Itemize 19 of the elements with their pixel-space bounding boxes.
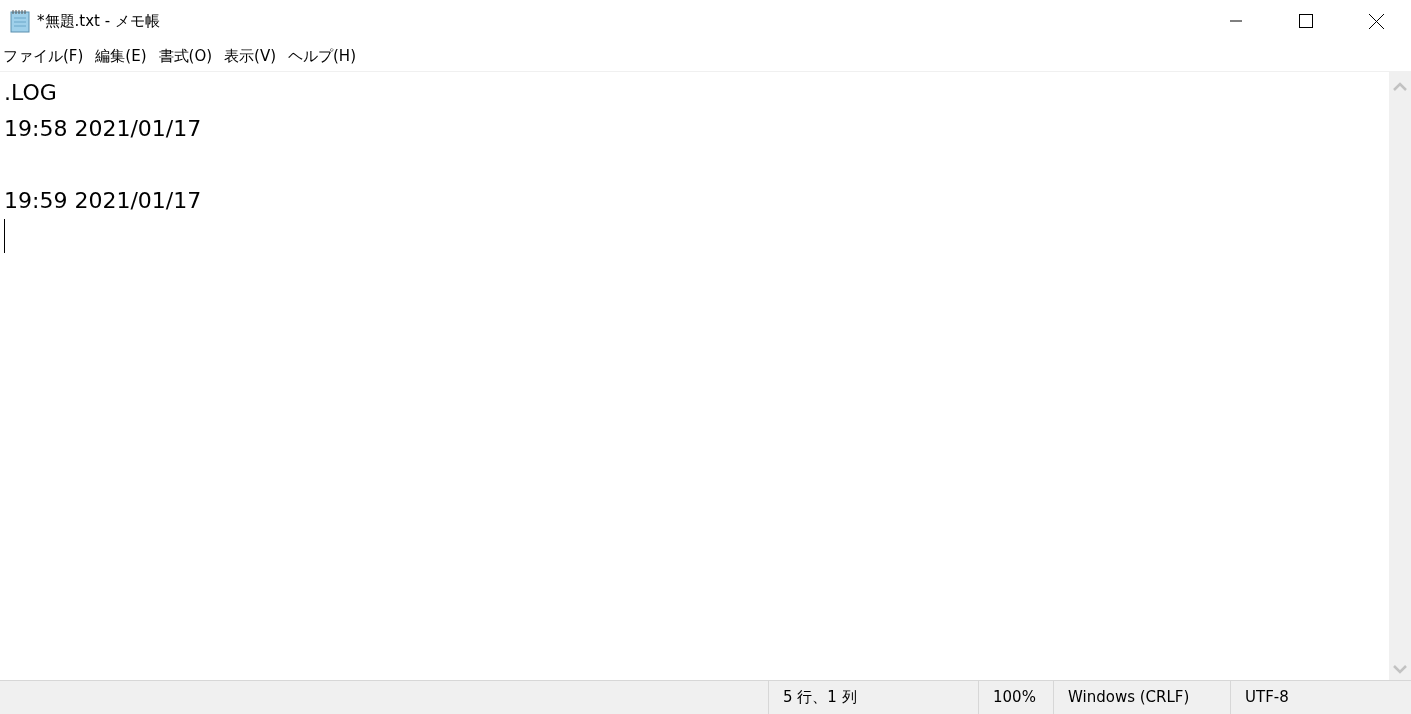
scroll-down-icon[interactable] (1393, 665, 1407, 674)
text-cursor (4, 219, 5, 253)
status-text: Windows (CRLF) (1068, 687, 1190, 709)
scroll-up-icon[interactable] (1393, 82, 1407, 91)
notepad-icon (9, 9, 31, 33)
text-content: .LOG 19:58 2021/01/17 19:59 2021/01/17 (4, 80, 202, 213)
status-text: UTF-8 (1245, 687, 1289, 709)
menu-item[interactable]: 表示(V) (221, 45, 285, 68)
status-text: 100% (993, 687, 1036, 709)
menu-item[interactable]: 書式(O) (155, 45, 222, 68)
menu-item[interactable]: ファイル(F) (0, 45, 93, 68)
status-text: 5 行、1 列 (783, 687, 857, 709)
window-title: *無題.txt - メモ帳 (37, 10, 160, 32)
menu-item[interactable]: 編集(E) (92, 45, 156, 68)
close-icon (1368, 13, 1384, 29)
minimize-icon (1230, 20, 1242, 22)
maximize-icon (1299, 14, 1313, 28)
menu-item[interactable]: ヘルプ(H) (285, 45, 365, 68)
vertical-scrollbar[interactable] (1389, 72, 1411, 680)
